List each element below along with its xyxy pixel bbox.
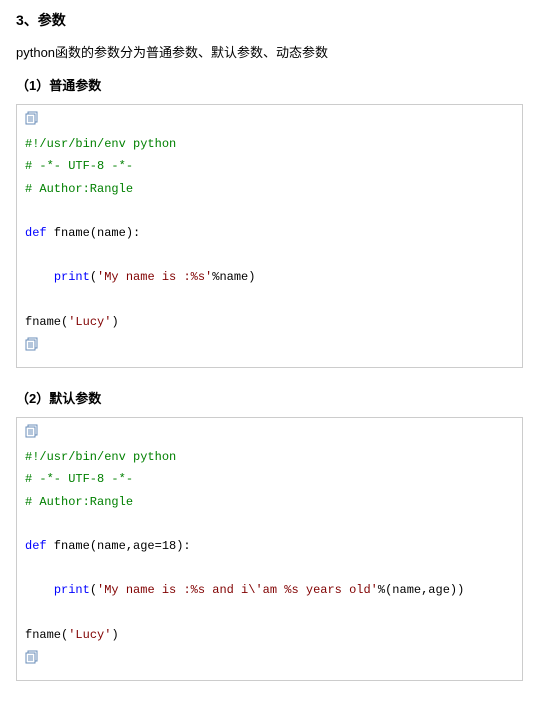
code-line: print('My name is :%s and i\'am %s years…: [25, 579, 514, 601]
string-literal: 'Lucy': [68, 315, 111, 329]
code-line: # Author:Rangle: [25, 178, 514, 200]
code-text: %(name,age)): [378, 583, 464, 597]
code-text: ): [111, 315, 118, 329]
code-block-1: #!/usr/bin/env python # -*- UTF-8 -*- # …: [16, 104, 523, 368]
code-blank-line: [25, 513, 514, 535]
kw-print: print: [54, 270, 90, 284]
code-line: fname('Lucy'): [25, 311, 514, 333]
string-literal: 'Lucy': [68, 628, 111, 642]
code-blank-line: [25, 200, 514, 222]
code-text: fname(name,age=18):: [47, 539, 191, 553]
code-text: %name): [212, 270, 255, 284]
copy-icon[interactable]: [25, 424, 41, 438]
kw-def: def: [25, 539, 47, 553]
code-line: #!/usr/bin/env python: [25, 133, 514, 155]
section-heading: 3、参数: [16, 10, 523, 30]
code-blank-line: [25, 289, 514, 311]
code-line: def fname(name):: [25, 222, 514, 244]
string-literal: 'My name is :%s and i\'am %s years old': [97, 583, 378, 597]
code-line: fname('Lucy'): [25, 624, 514, 646]
code-line: #!/usr/bin/env python: [25, 446, 514, 468]
intro-text: python函数的参数分为普通参数、默认参数、动态参数: [16, 42, 523, 61]
code-line: # -*- UTF-8 -*-: [25, 155, 514, 177]
code-text: ): [111, 628, 118, 642]
code-blank-line: [25, 602, 514, 624]
copy-icon[interactable]: [25, 337, 41, 351]
copy-icon[interactable]: [25, 650, 41, 664]
code-text: fname(: [25, 628, 68, 642]
subsection-heading-2: （2）默认参数: [16, 388, 523, 407]
code-line: print('My name is :%s'%name): [25, 266, 514, 288]
copy-icon[interactable]: [25, 111, 41, 125]
code-text: (: [90, 270, 97, 284]
code-text: fname(: [25, 315, 68, 329]
code-blank-line: [25, 244, 514, 266]
code-text: (: [90, 583, 97, 597]
code-line: # -*- UTF-8 -*-: [25, 468, 514, 490]
subsection-heading-1: （1）普通参数: [16, 75, 523, 94]
code-blank-line: [25, 557, 514, 579]
code-block-2: #!/usr/bin/env python # -*- UTF-8 -*- # …: [16, 417, 523, 681]
code-text: fname(name):: [47, 226, 141, 240]
code-line: def fname(name,age=18):: [25, 535, 514, 557]
code-line: # Author:Rangle: [25, 491, 514, 513]
kw-def: def: [25, 226, 47, 240]
kw-print: print: [54, 583, 90, 597]
string-literal: 'My name is :%s': [97, 270, 212, 284]
